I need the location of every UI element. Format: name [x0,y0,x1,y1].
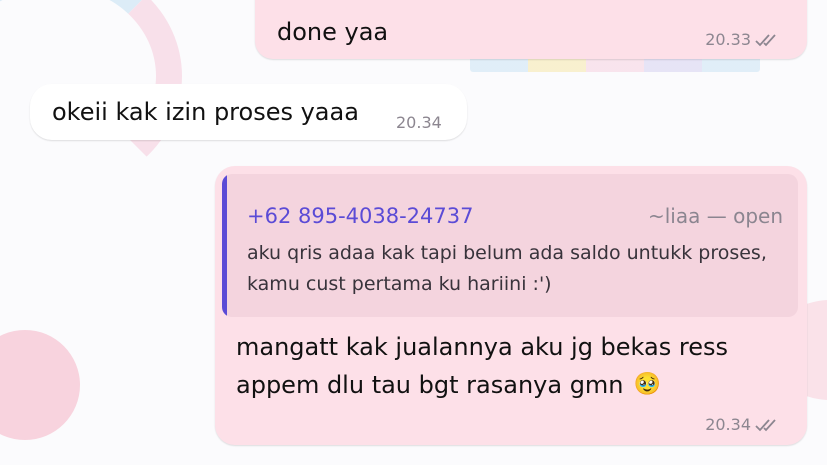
message-text: appem dlu tau bgt rasanya gmn [236,371,624,399]
pleading-face-emoji: 🥹 [633,372,661,397]
quoted-message[interactable]: +62 895-4038-24737 ~liaa — open aku qris… [222,174,798,317]
quote-accent-bar [222,174,227,317]
message-text: okeii kak izin proses yaaa [52,98,359,126]
message-meta: 20.33 [705,30,779,49]
quote-text: aku qris adaa kak tapi belum ada saldo u… [247,242,767,295]
double-check-icon [755,33,779,47]
outgoing-reply-message[interactable]: +62 895-4038-24737 ~liaa — open aku qris… [215,166,807,445]
message-meta: 20.34 [705,415,779,434]
message-text: done yaa [277,18,389,46]
outgoing-message[interactable]: done yaa 20.33 [255,0,807,59]
wallpaper-heart-decoration [0,330,80,440]
quote-sender: +62 895-4038-24737 [247,204,474,228]
message-text-line-1: mangatt kak jualannya aku jg bekas ress [236,333,728,361]
incoming-message[interactable]: okeii kak izin proses yaaa 20.34 [30,84,467,140]
message-time: 20.34 [396,113,442,132]
message-meta: 20.34 [396,113,442,132]
quote-push-name: ~liaa — open [647,204,783,228]
double-check-icon [755,418,779,432]
message-time: 20.33 [705,30,751,49]
message-time: 20.34 [705,415,751,434]
message-text-line-2: appem dlu tau bgt rasanya gmn 🥹 [236,366,661,404]
